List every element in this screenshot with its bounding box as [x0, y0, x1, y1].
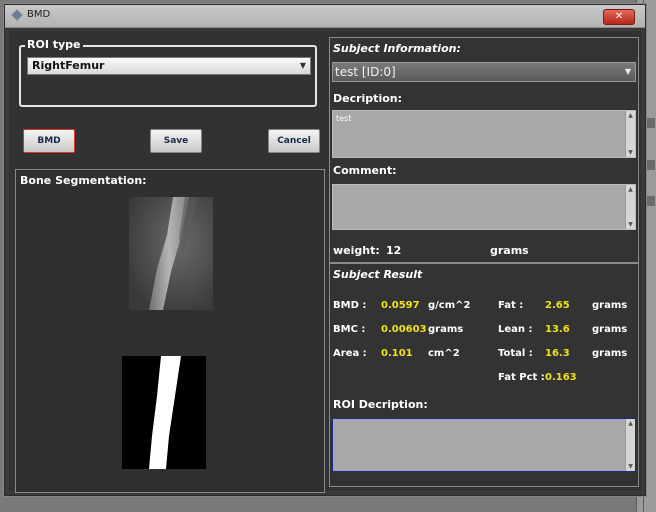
- scroll-down-icon[interactable]: ▼: [626, 148, 635, 157]
- chevron-down-icon: ▼: [624, 67, 631, 76]
- description-label: Decription:: [333, 92, 402, 105]
- femur-xray-drawing: [149, 197, 197, 310]
- close-icon: ✕: [614, 11, 624, 22]
- lean-unit: grams: [592, 324, 628, 335]
- fat-pct-label: Fat Pct :: [498, 372, 545, 383]
- roi-description-label: ROI Decription:: [333, 398, 428, 411]
- bone-segmentation-title: Bone Segmentation:: [20, 174, 147, 187]
- area-label: Area :: [333, 348, 367, 359]
- subject-result-panel: Subject Result BMD : 0.0597 g/cm^2 BMC :…: [329, 263, 639, 487]
- scroll-down-icon[interactable]: ▼: [626, 462, 635, 471]
- dialog-content: ROI type RightFemur ▼ BMD Save Cancel Bo…: [9, 31, 641, 493]
- roi-type-selected: RightFemur: [32, 59, 105, 72]
- scroll-up-icon[interactable]: ▲: [626, 185, 635, 194]
- area-value: 0.101: [381, 348, 413, 359]
- description-scrollbar[interactable]: ▲ ▼: [625, 111, 635, 157]
- fat-value: 2.65: [545, 300, 570, 311]
- lean-label: Lean :: [498, 324, 533, 335]
- description-textbox[interactable]: test ▲ ▼: [332, 110, 636, 158]
- femur-mask-drawing: [149, 356, 181, 469]
- weight-unit: grams: [490, 244, 529, 257]
- bmc-value: 0.00603: [381, 324, 427, 335]
- roi-type-dropdown[interactable]: RightFemur ▼: [27, 57, 311, 75]
- fat-unit: grams: [592, 300, 628, 311]
- bone-segmentation-panel: Bone Segmentation:: [15, 169, 325, 493]
- description-text: test: [336, 114, 352, 123]
- comment-textbox[interactable]: ▲ ▼: [332, 184, 636, 230]
- fat-pct-value: 0.163: [545, 372, 577, 383]
- background-marker: [645, 196, 655, 206]
- bmc-label: BMC :: [333, 324, 366, 335]
- subject-selected: test [ID:0]: [335, 65, 396, 79]
- cancel-button[interactable]: Cancel: [268, 129, 320, 153]
- subject-information-title: Subject Information:: [333, 42, 461, 55]
- lean-value: 13.6: [545, 324, 570, 335]
- weight-label: weight:: [333, 244, 380, 257]
- area-unit: cm^2: [428, 348, 460, 359]
- subject-information-panel: Subject Information: test [ID:0] ▼ Decri…: [329, 37, 639, 263]
- xray-image: [129, 197, 213, 310]
- save-button[interactable]: Save: [150, 129, 202, 153]
- bmd-value: 0.0597: [381, 300, 420, 311]
- background-marker: [645, 160, 655, 170]
- titlebar: BMD ✕: [5, 5, 645, 28]
- scroll-down-icon[interactable]: ▼: [626, 220, 635, 229]
- close-button[interactable]: ✕: [603, 9, 635, 25]
- weight-value: 12: [386, 244, 402, 257]
- segmentation-mask-image: [122, 356, 206, 469]
- roi-description-scrollbar[interactable]: ▲ ▼: [625, 419, 635, 471]
- subject-result-title: Subject Result: [333, 268, 423, 281]
- bmd-unit: g/cm^2: [428, 300, 471, 311]
- chevron-down-icon: ▼: [299, 61, 306, 70]
- subject-dropdown[interactable]: test [ID:0] ▼: [332, 62, 636, 82]
- total-unit: grams: [592, 348, 628, 359]
- roi-description-textbox[interactable]: ▲ ▼: [332, 418, 636, 472]
- window-title: BMD: [27, 9, 51, 20]
- roi-type-label: ROI type: [25, 38, 83, 51]
- bmc-unit: grams: [428, 324, 464, 335]
- bmd-dialog: BMD ✕ ROI type RightFemur ▼ BMD Save Can…: [4, 4, 646, 496]
- bmd-label: BMD :: [333, 300, 367, 311]
- app-icon: [11, 9, 23, 21]
- scroll-up-icon[interactable]: ▲: [626, 419, 635, 428]
- fat-label: Fat :: [498, 300, 524, 311]
- scroll-up-icon[interactable]: ▲: [626, 111, 635, 120]
- comment-label: Comment:: [333, 164, 397, 177]
- bmd-button[interactable]: BMD: [23, 129, 75, 153]
- total-value: 16.3: [545, 348, 570, 359]
- background-marker: [645, 118, 655, 128]
- total-label: Total :: [498, 348, 533, 359]
- roi-type-group: ROI type RightFemur ▼: [19, 38, 317, 107]
- comment-scrollbar[interactable]: ▲ ▼: [625, 185, 635, 229]
